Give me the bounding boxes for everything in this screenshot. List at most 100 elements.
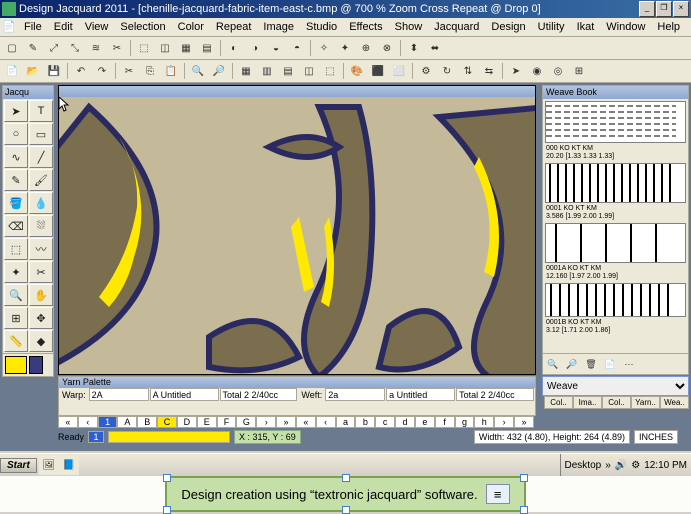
tool-btn[interactable]: ⬚: [134, 38, 154, 58]
ruler-cell[interactable]: B: [137, 416, 157, 428]
tool-btn[interactable]: ⇅: [458, 61, 478, 81]
brush-tool[interactable]: 🖌: [29, 169, 53, 191]
ruler-cell[interactable]: d: [395, 416, 415, 428]
tool-btn[interactable]: ⬛: [368, 61, 388, 81]
stamp-tool[interactable]: ⊞: [4, 307, 28, 329]
tool-btn[interactable]: ◒: [266, 38, 286, 58]
tool-btn[interactable]: ◎: [548, 61, 568, 81]
tool-btn[interactable]: ⤢: [44, 38, 64, 58]
wb-add-icon[interactable]: 📄: [601, 355, 619, 373]
open-button[interactable]: 📂: [23, 61, 43, 81]
paste-button[interactable]: 📋: [161, 61, 181, 81]
resize-handle[interactable]: [163, 506, 171, 514]
redo-button[interactable]: ↷: [92, 61, 112, 81]
current-color-swatch[interactable]: [5, 356, 27, 374]
tab-yarn[interactable]: Yarn..: [631, 396, 660, 409]
tool-btn[interactable]: ⤡: [65, 38, 85, 58]
tool-btn[interactable]: ◫: [155, 38, 175, 58]
new-button[interactable]: 📄: [2, 61, 22, 81]
pencil-tool[interactable]: ✎: [4, 169, 28, 191]
start-button[interactable]: Start: [0, 458, 37, 473]
tool-btn[interactable]: ✧: [314, 38, 334, 58]
shape-tool[interactable]: ◆: [29, 330, 53, 352]
menu-edit[interactable]: Edit: [48, 19, 79, 35]
tool-btn[interactable]: ⬌: [425, 38, 445, 58]
menu-file[interactable]: File: [18, 19, 48, 35]
weave-pattern[interactable]: [545, 283, 686, 317]
lasso-tool[interactable]: 〰: [29, 238, 53, 260]
ruler-cell[interactable]: g: [455, 416, 475, 428]
ruler-cell[interactable]: D: [177, 416, 197, 428]
tool-btn[interactable]: ⊕: [356, 38, 376, 58]
menu-design[interactable]: Design: [485, 19, 531, 35]
tray-icon[interactable]: »: [605, 460, 611, 471]
menu-image[interactable]: Image: [257, 19, 300, 35]
text-tool[interactable]: T: [29, 100, 53, 122]
tool-btn[interactable]: ▤: [278, 61, 298, 81]
crop-tool[interactable]: ✂: [29, 261, 53, 283]
tab-ima[interactable]: Ima..: [573, 396, 602, 409]
save-button[interactable]: 💾: [44, 61, 64, 81]
tray-icon[interactable]: ⚙: [631, 460, 640, 471]
ruler-cell[interactable]: E: [197, 416, 217, 428]
rect-tool[interactable]: ▭: [29, 123, 53, 145]
tray-icon[interactable]: 🔊: [615, 460, 627, 471]
cut-button[interactable]: ✂: [119, 61, 139, 81]
tool-btn[interactable]: 🎨: [347, 61, 367, 81]
ruler-cell[interactable]: a: [336, 416, 356, 428]
move-tool[interactable]: ✥: [29, 307, 53, 329]
taskbar-app-icon[interactable]: 📘: [59, 455, 79, 475]
tool-btn[interactable]: ▥: [257, 61, 277, 81]
ruler-cell[interactable]: b: [355, 416, 375, 428]
menu-selection[interactable]: Selection: [114, 19, 171, 35]
menu-jacquard[interactable]: Jacquard: [428, 19, 485, 35]
restore-button[interactable]: ❐: [656, 1, 672, 17]
tool-btn[interactable]: ↻: [437, 61, 457, 81]
copy-button[interactable]: ⎘: [140, 61, 160, 81]
weave-pattern[interactable]: [545, 223, 686, 263]
ruler-cell[interactable]: «: [58, 416, 78, 428]
line-tool[interactable]: ╱: [29, 146, 53, 168]
menu-effects[interactable]: Effects: [343, 19, 388, 35]
weave-select[interactable]: Weave: [543, 377, 688, 395]
minimize-button[interactable]: _: [639, 1, 655, 17]
canvas[interactable]: [58, 85, 536, 375]
wb-zoomout-icon[interactable]: 🔎: [563, 355, 581, 373]
resize-handle[interactable]: [520, 506, 528, 514]
tool-btn[interactable]: ⇆: [479, 61, 499, 81]
ruler-cell[interactable]: 1: [98, 416, 118, 428]
measure-tool[interactable]: 📏: [4, 330, 28, 352]
ruler-cell[interactable]: »: [276, 416, 296, 428]
select-tool[interactable]: ⬚: [4, 238, 28, 260]
spray-tool[interactable]: ⛆: [29, 215, 53, 237]
resize-handle[interactable]: [520, 474, 528, 482]
ruler-cell[interactable]: ›: [256, 416, 276, 428]
resize-handle[interactable]: [342, 474, 350, 482]
tool-btn[interactable]: ⊞: [569, 61, 589, 81]
warp-val[interactable]: 2A: [89, 388, 149, 401]
weave-pattern[interactable]: [545, 163, 686, 203]
ruler-cell[interactable]: f: [435, 416, 455, 428]
tool-btn[interactable]: ⊗: [377, 38, 397, 58]
tool-btn[interactable]: ◓: [287, 38, 307, 58]
ruler-cell[interactable]: «: [296, 416, 316, 428]
weave-combo[interactable]: Weave: [542, 376, 689, 396]
ruler-cell[interactable]: ›: [494, 416, 514, 428]
tool-btn[interactable]: ✂: [107, 38, 127, 58]
wb-del-icon[interactable]: 🗑: [582, 355, 600, 373]
ruler-cell[interactable]: C: [157, 416, 177, 428]
menu-view[interactable]: View: [79, 19, 115, 35]
zoom-out-button[interactable]: 🔎: [209, 61, 229, 81]
taskbar-app-icon[interactable]: 🖼: [39, 455, 59, 475]
alt-color-swatch[interactable]: [29, 356, 43, 374]
menu-repeat[interactable]: Repeat: [210, 19, 257, 35]
hand-tool[interactable]: ✋: [29, 284, 53, 306]
menu-color[interactable]: Color: [172, 19, 210, 35]
tool-btn[interactable]: ▦: [176, 38, 196, 58]
wb-zoom-icon[interactable]: 🔍: [544, 355, 562, 373]
resize-handle[interactable]: [342, 506, 350, 514]
ruler-cell[interactable]: ‹: [78, 416, 98, 428]
menu-ikat[interactable]: Ikat: [571, 19, 601, 35]
tab-wea[interactable]: Wea..: [660, 396, 689, 409]
eraser-tool[interactable]: ⌫: [4, 215, 28, 237]
